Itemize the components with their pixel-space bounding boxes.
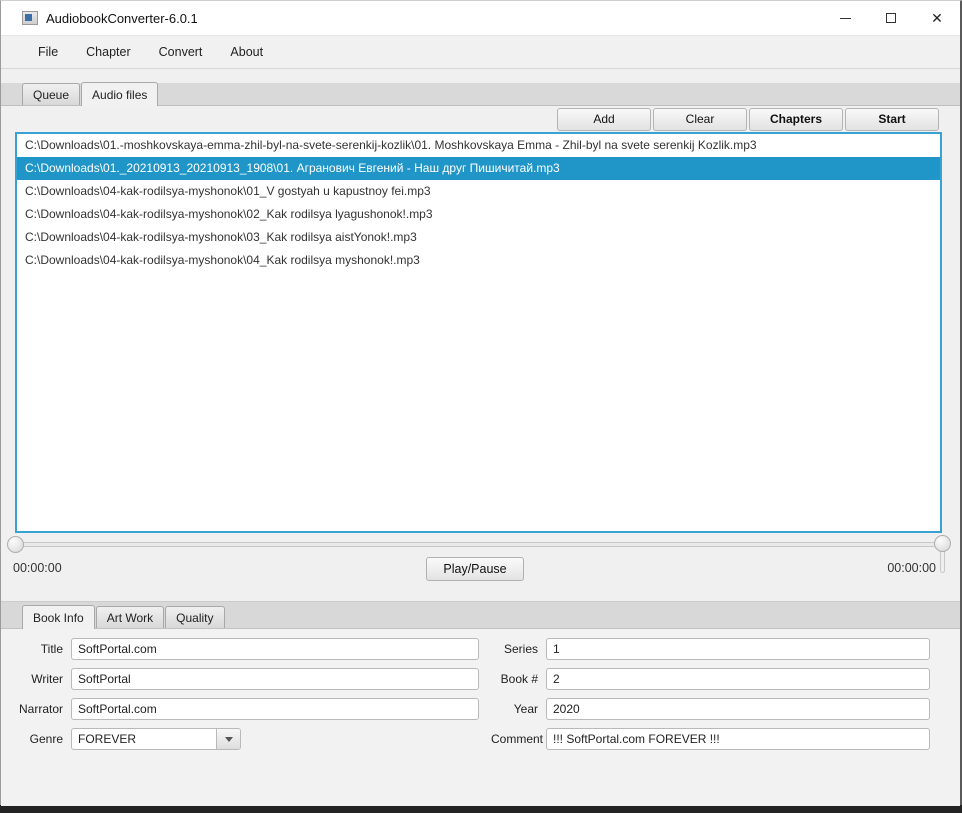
menubar: File Chapter Convert About [1, 35, 960, 69]
list-item[interactable]: C:\Downloads\01.-moshkovskaya-emma-zhil-… [17, 134, 940, 157]
minimize-icon [839, 17, 851, 19]
genre-dropdown-button[interactable] [216, 729, 240, 749]
tab-quality[interactable]: Quality [165, 606, 225, 628]
elapsed-time: 00:00:00 [13, 561, 62, 575]
window-controls: ✕ [822, 1, 960, 35]
list-item[interactable]: C:\Downloads\04-kak-rodilsya-myshonok\04… [17, 249, 940, 272]
app-window: AudiobookConverter-6.0.1 ✕ File Chapter … [0, 0, 962, 806]
add-button[interactable]: Add [557, 107, 651, 131]
clear-button[interactable]: Clear [653, 107, 747, 131]
top-tabstrip: Queue Audio files [1, 82, 960, 106]
close-icon: ✕ [931, 10, 943, 26]
narrator-field[interactable] [71, 698, 479, 720]
chevron-down-icon [224, 736, 233, 742]
bottom-tabstrip: Book Info Art Work Quality [1, 601, 960, 629]
volume-slider-thumb[interactable] [934, 535, 951, 552]
book-number-field[interactable] [546, 668, 930, 690]
app-icon [22, 11, 38, 25]
seek-slider[interactable] [15, 542, 936, 547]
narrator-label: Narrator [18, 702, 63, 716]
chapters-button[interactable]: Chapters [749, 107, 843, 131]
genre-value: FOREVER [78, 732, 137, 746]
series-field[interactable] [546, 638, 930, 660]
menu-file[interactable]: File [25, 41, 71, 63]
year-label: Year [513, 702, 538, 716]
series-label: Series [503, 642, 538, 656]
menu-about[interactable]: About [217, 41, 276, 63]
tab-audio-files[interactable]: Audio files [81, 82, 159, 106]
writer-field[interactable] [71, 668, 479, 690]
list-item[interactable]: C:\Downloads\04-kak-rodilsya-myshonok\02… [17, 203, 940, 226]
comment-label: Comment [491, 732, 544, 746]
list-item[interactable]: C:\Downloads\01._20210913_20210913_1908\… [17, 157, 940, 180]
menu-convert[interactable]: Convert [146, 41, 216, 63]
list-item[interactable]: C:\Downloads\04-kak-rodilsya-myshonok\03… [17, 226, 940, 249]
seek-area [1, 533, 960, 573]
audio-file-list: C:\Downloads\01.-moshkovskaya-emma-zhil-… [15, 132, 942, 533]
spacer [1, 583, 960, 601]
window-title: AudiobookConverter-6.0.1 [46, 10, 198, 26]
seek-slider-thumb[interactable] [7, 536, 24, 553]
genre-combobox[interactable]: FOREVER [71, 728, 241, 750]
writer-label: Writer [31, 672, 63, 686]
list-item[interactable]: C:\Downloads\04-kak-rodilsya-myshonok\01… [17, 180, 940, 203]
book-number-label: Book # [500, 672, 538, 686]
start-button[interactable]: Start [845, 107, 939, 131]
close-button[interactable]: ✕ [914, 1, 960, 35]
title-label: Title [40, 642, 63, 656]
titlebar: AudiobookConverter-6.0.1 ✕ [1, 1, 960, 35]
maximize-icon [886, 13, 896, 23]
book-info-panel: Title Writer Narrator Genre FOREVER [1, 629, 960, 806]
play-pause-button[interactable]: Play/Pause [426, 557, 524, 581]
year-field[interactable] [546, 698, 930, 720]
tab-queue[interactable]: Queue [22, 83, 81, 105]
toolbar: Add Clear Chapters Start [1, 106, 960, 132]
tab-art-work[interactable]: Art Work [95, 606, 165, 628]
menu-chapter[interactable]: Chapter [73, 41, 143, 63]
genre-label: Genre [29, 732, 63, 746]
window-bottom-edge [0, 805, 962, 813]
remaining-time: 00:00:00 [887, 561, 936, 575]
tab-book-info[interactable]: Book Info [22, 605, 95, 629]
minimize-button[interactable] [822, 1, 868, 35]
playback-row: 00:00:00 Play/Pause 00:00:00 [1, 557, 960, 583]
comment-field[interactable] [546, 728, 930, 750]
maximize-button[interactable] [868, 1, 914, 35]
title-field[interactable] [71, 638, 479, 660]
